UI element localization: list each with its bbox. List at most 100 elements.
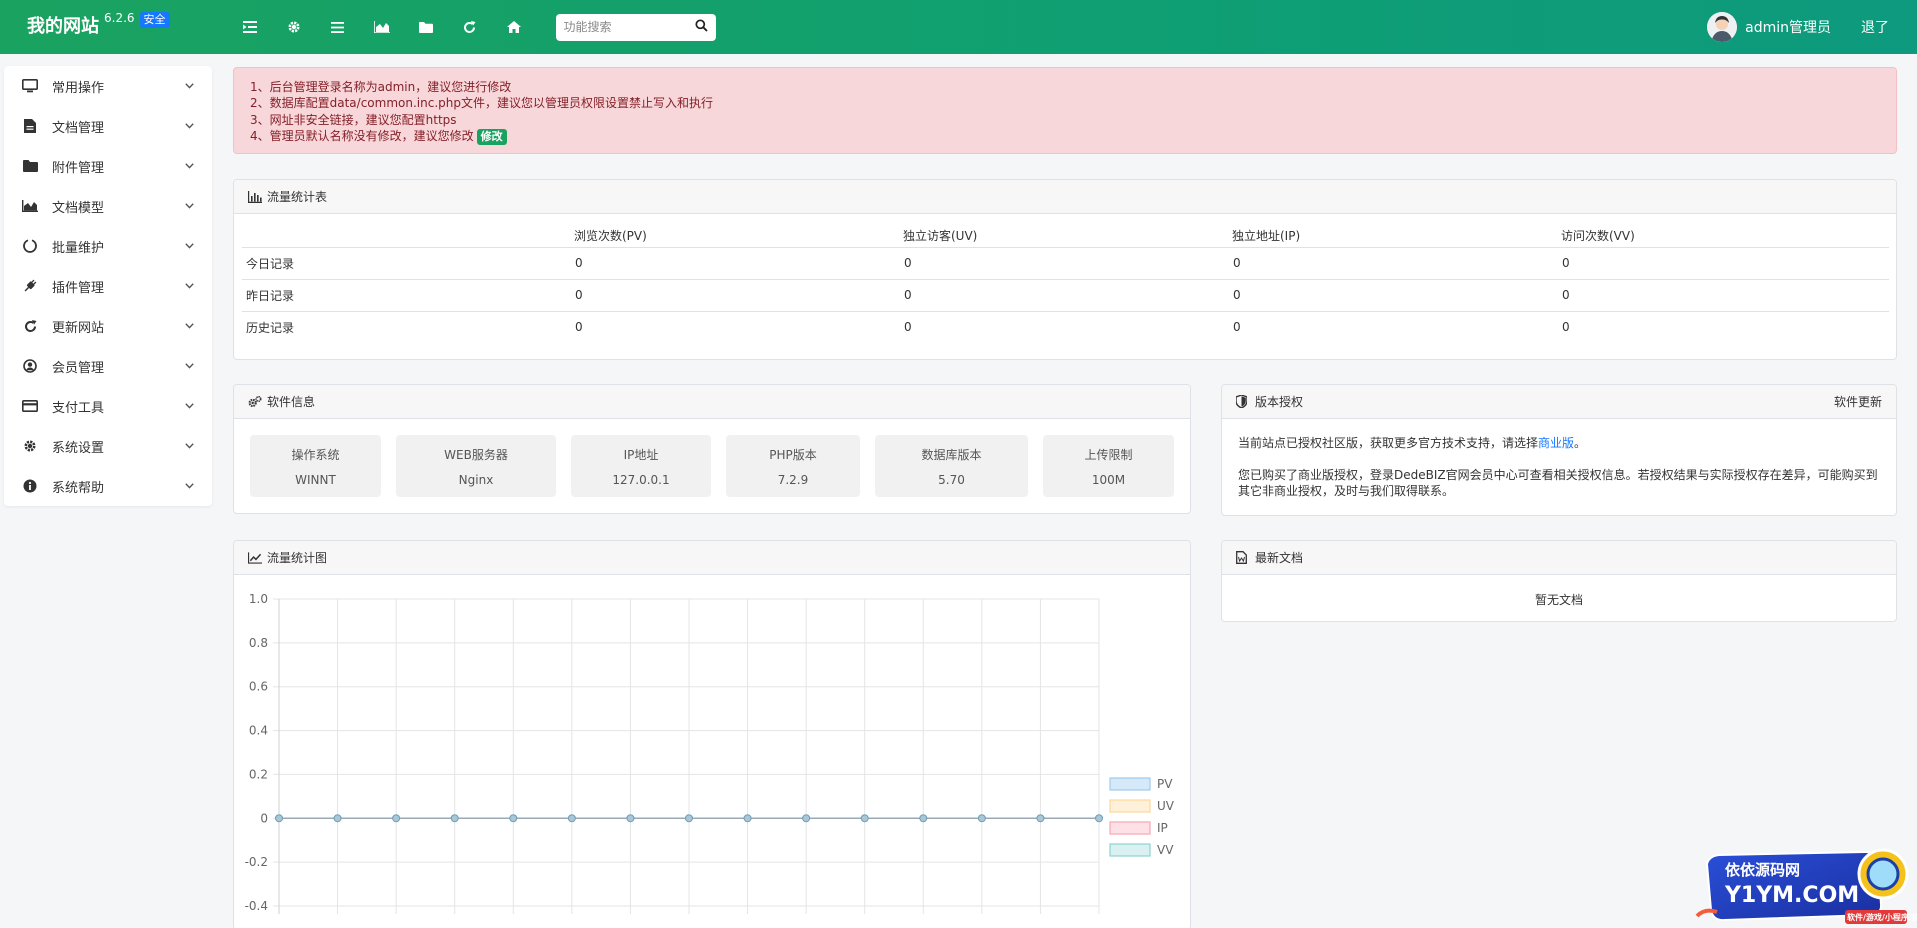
gear-icon <box>22 438 38 454</box>
y-tick-label: -0.2 <box>245 855 268 869</box>
chevron-down-icon <box>184 441 194 451</box>
table-cell: 0 <box>900 247 1229 280</box>
legend-label-vv: VV <box>1157 843 1174 857</box>
sidebar-item-members[interactable]: 会员管理 <box>4 346 212 386</box>
software-update-link[interactable]: 软件更新 <box>1834 393 1882 410</box>
traffic-line-chart: 1.0 0.8 0.6 0.4 0.2 0 -0.2 -0.4 PV UV IP VV <box>245 592 1175 914</box>
sidebar-item-batch[interactable]: 批量维护 <box>4 226 212 266</box>
sidebar-item-common[interactable]: 常用操作 <box>4 66 212 106</box>
row-label: 今日记录 <box>242 247 571 280</box>
column-header: 独立访客(UV) <box>900 224 1229 248</box>
tile-label: IP地址 <box>623 447 659 462</box>
watermark-tagline: 软件/游戏/小程序/棋牌 <box>1847 912 1917 922</box>
brand[interactable]: 我的网站 6.2.6 安全 <box>27 0 170 54</box>
sidebar-item-payment[interactable]: 支付工具 <box>4 386 212 426</box>
user-area: admin管理员 退了 <box>1707 0 1889 54</box>
sidebar-item-label: 更新网站 <box>52 320 105 336</box>
tile-value: WINNT <box>295 472 336 487</box>
legend-label-ip: IP <box>1157 821 1168 835</box>
y-tick-label: 0.8 <box>249 636 268 650</box>
bar-chart-icon <box>248 190 262 204</box>
traffic-table: 浏览次数(PV) 独立访客(UV) 独立地址(IP) 访问次数(VV) 今日记录… <box>242 224 1889 343</box>
search-icon[interactable] <box>694 19 708 35</box>
credit-card-icon <box>22 398 38 414</box>
data-point-vv <box>977 814 986 823</box>
tile-value: 5.70 <box>938 472 965 487</box>
gear-icon[interactable] <box>272 0 316 54</box>
latest-docs-card: 最新文档 暂无文档 <box>1221 540 1897 622</box>
y-tick-label: -0.4 <box>245 899 268 913</box>
sidebar-item-label: 批量维护 <box>52 240 105 256</box>
table-cell: 0 <box>1233 320 1241 335</box>
refresh-icon[interactable] <box>448 0 492 54</box>
modify-button[interactable]: 修改 <box>476 129 507 146</box>
table-cell: 0 <box>571 247 900 280</box>
sidebar-item-plugins[interactable]: 插件管理 <box>4 266 212 306</box>
card-header: 软件信息 <box>234 385 1190 419</box>
sidebar-item-label: 常用操作 <box>52 80 105 96</box>
table-cell: 0 <box>904 320 912 335</box>
card-title: 流量统计表 <box>267 190 328 204</box>
sidebar-item-help[interactable]: 系统帮助 <box>4 466 212 506</box>
chevron-down-icon <box>184 241 194 251</box>
security-alert: 1、后台管理登录名称为admin，建议您进行修改 2、数据库配置data/com… <box>233 67 1897 154</box>
column-header <box>242 224 571 248</box>
file-icon <box>22 118 38 134</box>
empty-message: 暂无文档 <box>1534 593 1583 607</box>
sidebar-item-doc-models[interactable]: 文档模型 <box>4 186 212 226</box>
sidebar-item-documents[interactable]: 文档管理 <box>4 106 212 146</box>
alert-line: 2、数据库配置data/common.inc.php文件，建议您以管理员权限设置… <box>250 96 713 111</box>
home-icon[interactable] <box>492 0 536 54</box>
table-cell: 0 <box>1562 320 1570 335</box>
user-name[interactable]: admin管理员 <box>1745 17 1831 37</box>
line-chart-icon <box>248 551 262 565</box>
legend-label-pv: PV <box>1157 777 1173 791</box>
alert-line: 4、管理员默认名称没有修改，建议您修改 <box>250 129 474 144</box>
tile-label: 操作系统 <box>291 447 340 462</box>
y-tick-label: 0.4 <box>249 724 268 738</box>
menu-icon[interactable] <box>316 0 360 54</box>
sidebar-item-update-site[interactable]: 更新网站 <box>4 306 212 346</box>
logout-link[interactable]: 退了 <box>1861 17 1889 37</box>
plug-icon <box>22 278 38 294</box>
search-box[interactable] <box>555 13 716 41</box>
folder-icon[interactable] <box>404 0 448 54</box>
card-header: 流量统计图 <box>234 541 1190 575</box>
license-card: 版本授权 软件更新 当前站点已授权社区版，获取更多官方技术支持，请选择商业版。 … <box>1221 384 1897 516</box>
license-text: 当前站点已授权社区版，获取更多官方技术支持，请选择 <box>1238 436 1539 450</box>
area-chart-icon[interactable] <box>360 0 404 54</box>
info-tile: 操作系统 WINNT <box>250 435 381 497</box>
license-note: 您已购买了商业版授权，登录DedeBIZ官网会员中心可查看相关授权信息。若授权结… <box>1238 468 1878 498</box>
y-tick-label: 1.0 <box>249 592 268 606</box>
site-name[interactable]: 我的网站 <box>27 12 99 38</box>
license-line: 当前站点已授权社区版，获取更多官方技术支持，请选择商业版。 <box>1238 435 1880 451</box>
gears-icon <box>248 395 262 409</box>
data-point-vv <box>1036 814 1045 823</box>
avatar[interactable] <box>1707 12 1738 42</box>
data-point-vv <box>919 814 928 823</box>
table-cell: 0 <box>1558 279 1889 312</box>
license-body: 当前站点已授权社区版，获取更多官方技术支持，请选择商业版。 您已购买了商业版授权… <box>1222 419 1896 515</box>
commercial-link[interactable]: 商业版 <box>1538 436 1574 450</box>
sidebar-item-label: 插件管理 <box>52 280 105 296</box>
sidebar-item-settings[interactable]: 系统设置 <box>4 426 212 466</box>
card-header: 最新文档 <box>1222 541 1896 575</box>
card-header: 版本授权 软件更新 <box>1222 385 1896 419</box>
info-tiles: 操作系统 WINNT WEB服务器 Nginx IP地址 127.0.0.1 P… <box>250 435 1174 497</box>
refresh-icon <box>22 318 38 334</box>
y-tick-label: 0.2 <box>249 767 268 781</box>
sidebar-item-label: 文档模型 <box>52 200 105 216</box>
data-point-vv <box>743 814 752 823</box>
data-point-vv <box>567 814 576 823</box>
sidebar-item-attachments[interactable]: 附件管理 <box>4 146 212 186</box>
table-header-row: 浏览次数(PV) 独立访客(UV) 独立地址(IP) 访问次数(VV) <box>242 224 1889 248</box>
shield-icon <box>1236 395 1250 409</box>
legend-swatch-pv <box>1109 777 1151 791</box>
tile-label: WEB服务器 <box>444 447 508 462</box>
chevron-down-icon <box>184 321 194 331</box>
list-indent-icon[interactable] <box>228 0 272 54</box>
data-point-vv <box>392 814 401 823</box>
table-cell: 0 <box>1558 247 1889 280</box>
sidebar-item-label: 系统设置 <box>52 440 105 456</box>
search-input[interactable] <box>563 20 695 34</box>
